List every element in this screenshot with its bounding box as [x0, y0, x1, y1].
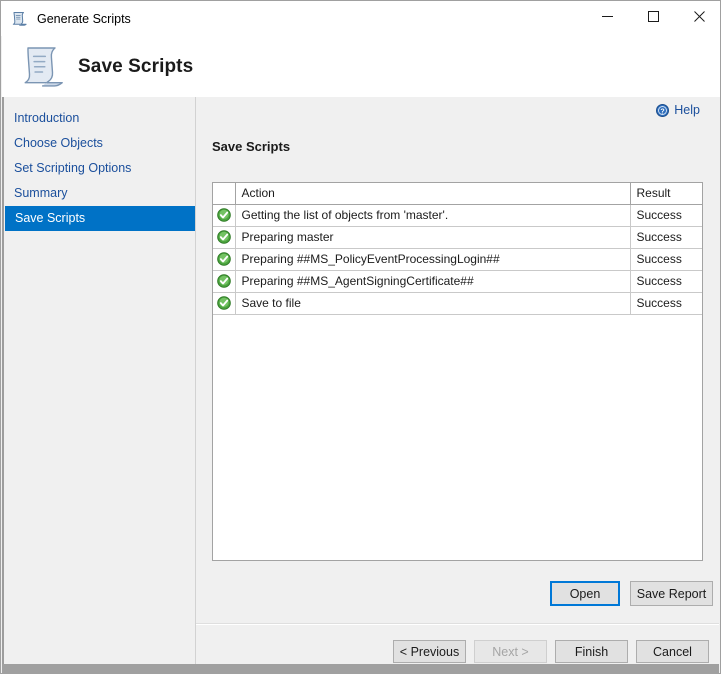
finish-button[interactable]: Finish: [555, 640, 628, 663]
row-status-cell: [213, 292, 235, 314]
row-status-cell: [213, 226, 235, 248]
table-row[interactable]: Getting the list of objects from 'master…: [213, 204, 702, 226]
svg-text:?: ?: [661, 108, 665, 115]
previous-button[interactable]: < Previous: [393, 640, 466, 663]
page-title: Save Scripts: [78, 56, 193, 78]
row-result-cell: Success: [630, 270, 702, 292]
success-check-icon: [217, 296, 231, 310]
cancel-button[interactable]: Cancel: [636, 640, 709, 663]
row-action-cell: Getting the list of objects from 'master…: [235, 204, 630, 226]
success-check-icon: [217, 208, 231, 222]
script-scroll-icon: [10, 10, 28, 28]
table-row[interactable]: Save to file Success: [213, 292, 702, 314]
help-question-icon: ?: [656, 104, 669, 117]
row-result-cell: Success: [630, 204, 702, 226]
window-controls: [584, 1, 721, 32]
wizard-navigation: Introduction Choose Objects Set Scriptin…: [2, 97, 195, 664]
open-button[interactable]: Open: [550, 581, 620, 606]
maximize-button[interactable]: [630, 1, 676, 32]
close-icon: [694, 11, 705, 22]
sidebar-item-summary[interactable]: Summary: [4, 181, 195, 206]
row-status-cell: [213, 270, 235, 292]
section-title: Save Scripts: [212, 139, 290, 154]
minimize-button[interactable]: [584, 1, 630, 32]
wizard-header: Save Scripts: [2, 36, 721, 97]
results-table: Action Result Getting the lis: [213, 183, 702, 315]
close-button[interactable]: [676, 1, 721, 32]
sidebar-item-introduction[interactable]: Introduction: [4, 106, 195, 131]
title-bar: Generate Scripts: [1, 1, 721, 36]
sidebar-item-set-scripting-options[interactable]: Set Scripting Options: [4, 156, 195, 181]
table-header-row: Action Result: [213, 183, 702, 204]
row-result-cell: Success: [630, 248, 702, 270]
window-title: Generate Scripts: [37, 12, 131, 26]
table-row[interactable]: Preparing master Success: [213, 226, 702, 248]
row-action-cell: Preparing ##MS_PolicyEventProcessingLogi…: [235, 248, 630, 270]
row-action-cell: Save to file: [235, 292, 630, 314]
script-scroll-icon: [16, 43, 66, 91]
generate-scripts-window: Generate Scripts: [0, 0, 721, 674]
column-header-status[interactable]: [213, 183, 235, 204]
table-row[interactable]: Preparing ##MS_PolicyEventProcessingLogi…: [213, 248, 702, 270]
sidebar-item-choose-objects[interactable]: Choose Objects: [4, 131, 195, 156]
content-pane: ? Help Save Scripts Action Result: [195, 97, 719, 664]
wizard-footer-buttons: < Previous Next > Finish Cancel: [393, 640, 709, 663]
maximize-icon: [648, 11, 659, 22]
help-label: Help: [674, 103, 700, 117]
row-action-cell: Preparing ##MS_AgentSigningCertificate##: [235, 270, 630, 292]
results-table-panel: Action Result Getting the lis: [212, 182, 703, 561]
row-status-cell: [213, 248, 235, 270]
success-check-icon: [217, 230, 231, 244]
status-strip: [2, 664, 719, 673]
success-check-icon: [217, 252, 231, 266]
minimize-icon: [602, 11, 613, 22]
sidebar-item-save-scripts[interactable]: Save Scripts: [5, 206, 195, 231]
save-report-button[interactable]: Save Report: [630, 581, 713, 606]
row-status-cell: [213, 204, 235, 226]
footer-divider: [196, 623, 719, 625]
row-result-cell: Success: [630, 292, 702, 314]
success-check-icon: [217, 274, 231, 288]
row-action-cell: Preparing master: [235, 226, 630, 248]
help-link[interactable]: ? Help: [656, 103, 700, 117]
table-row[interactable]: Preparing ##MS_AgentSigningCertificate##…: [213, 270, 702, 292]
next-button: Next >: [474, 640, 547, 663]
column-header-result[interactable]: Result: [630, 183, 702, 204]
column-header-action[interactable]: Action: [235, 183, 630, 204]
row-result-cell: Success: [630, 226, 702, 248]
table-body: Getting the list of objects from 'master…: [213, 204, 702, 314]
